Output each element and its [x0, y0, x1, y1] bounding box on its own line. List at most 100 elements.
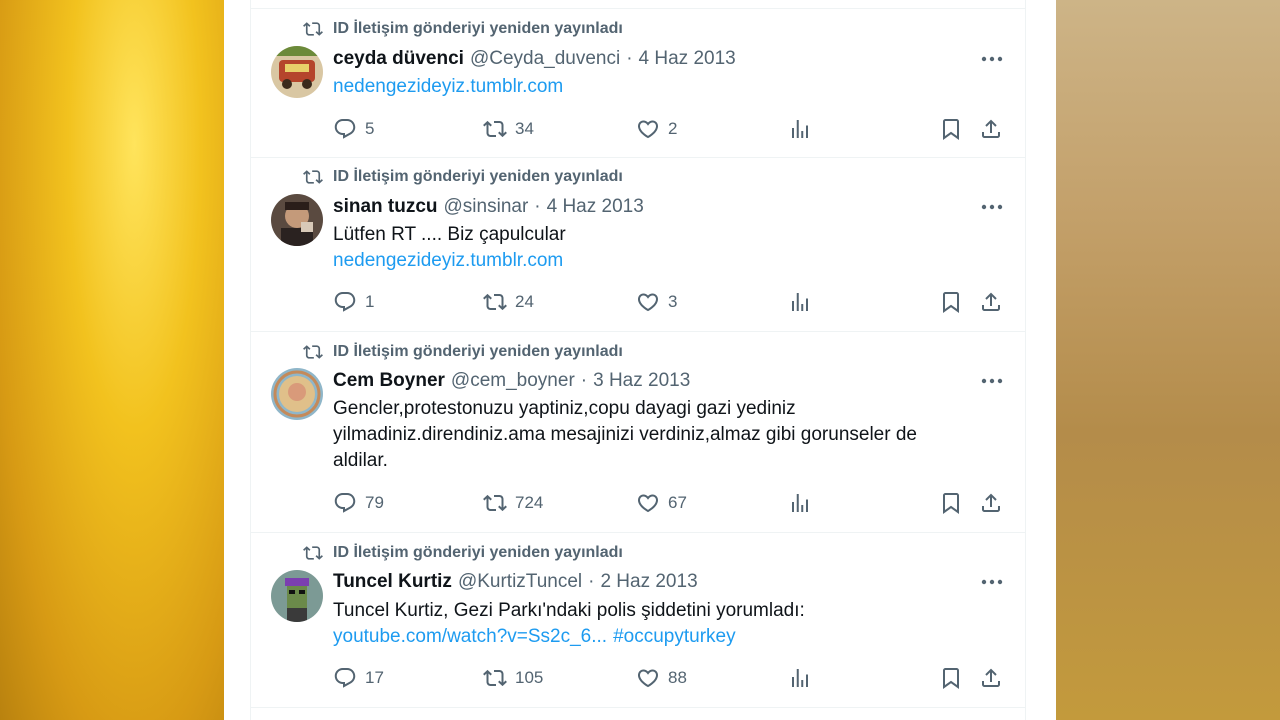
retweet-icon	[483, 494, 507, 512]
bookmark-icon	[943, 493, 959, 514]
tweet-actions: 1 24 3	[333, 289, 1013, 315]
author-handle[interactable]: @cem_boyner	[451, 370, 575, 392]
views-button[interactable]	[788, 116, 820, 142]
author-handle[interactable]: @sinsinar	[444, 196, 529, 218]
separator-dot: ·	[626, 48, 633, 69]
tweet-body: Lütfen RT .... Biz çapulcular nedengezid…	[333, 222, 973, 274]
share-icon	[982, 292, 1000, 311]
tweet-link[interactable]: nedengezideyiz.tumblr.com	[333, 248, 973, 274]
tweet-text: Lütfen RT .... Biz çapulcular	[333, 224, 566, 245]
retweet-label: ID İletişim gönderiyi yeniden yayınladı	[333, 20, 623, 37]
tweet-header: sinan tuzcu @sinsinar · 4 Haz 2013	[333, 195, 644, 219]
reply-icon	[334, 668, 356, 688]
retweet-button[interactable]: 105	[483, 665, 543, 691]
bookmark-button[interactable]	[939, 289, 971, 315]
like-count: 88	[668, 668, 687, 687]
tweet-date[interactable]: 3 Haz 2013	[593, 370, 690, 392]
author-handle[interactable]: @KurtizTuncel	[458, 571, 582, 593]
timeline: ID İletişim gönderiyi yeniden yayınladı …	[250, 0, 1026, 720]
reply-count: 1	[365, 292, 375, 311]
left-background-image	[0, 0, 224, 720]
retweet-count: 24	[515, 292, 534, 311]
reply-icon	[334, 119, 356, 139]
tweet-date[interactable]: 4 Haz 2013	[639, 48, 736, 70]
retweet-button[interactable]: 724	[483, 490, 543, 516]
tweet-actions: 17 105 88	[333, 665, 1013, 691]
analytics-icon	[792, 293, 808, 311]
share-button[interactable]	[979, 665, 1011, 691]
analytics-icon	[792, 669, 808, 687]
like-button[interactable]: 88	[636, 665, 687, 691]
more-options-button[interactable]	[977, 369, 1007, 393]
bookmark-button[interactable]	[939, 116, 971, 142]
author-name[interactable]: ceyda düvenci	[333, 48, 464, 70]
retweet-context: ID İletişim gönderiyi yeniden yayınladı	[303, 19, 623, 39]
views-button[interactable]	[788, 665, 820, 691]
reply-count: 79	[365, 493, 384, 512]
tweet-body: nedengezideyiz.tumblr.com	[333, 74, 973, 100]
reply-button[interactable]: 5	[333, 116, 374, 142]
retweet-context: ID İletişim gönderiyi yeniden yayınladı	[303, 342, 623, 362]
avatar[interactable]	[271, 194, 323, 246]
more-options-button[interactable]	[977, 195, 1007, 219]
retweet-icon	[303, 170, 323, 184]
tweet-body: Gencler,protestonuzu yaptiniz,copu dayag…	[333, 396, 958, 474]
retweet-count: 34	[515, 119, 534, 138]
views-button[interactable]	[788, 289, 820, 315]
more-icon	[981, 378, 1003, 384]
hashtag-link[interactable]: #occupyturkey	[613, 626, 736, 647]
separator-dot: ·	[588, 571, 595, 592]
bookmark-icon	[943, 668, 959, 689]
right-background-image	[1056, 0, 1280, 720]
tweet[interactable]: ID İletişim gönderiyi yeniden yayınladı …	[251, 533, 1025, 708]
retweet-button[interactable]: 34	[483, 116, 534, 142]
author-name[interactable]: Cem Boyner	[333, 370, 445, 392]
reply-count: 17	[365, 668, 384, 687]
retweet-label: ID İletişim gönderiyi yeniden yayınladı	[333, 168, 623, 185]
retweet-count: 724	[515, 493, 544, 512]
tweet-actions: 5 34 2	[333, 116, 1013, 142]
reply-button[interactable]: 1	[333, 289, 374, 315]
share-button[interactable]	[979, 490, 1011, 516]
avatar[interactable]	[271, 368, 323, 420]
tweet-link[interactable]: youtube.com/watch?v=Ss2c_6...	[333, 626, 607, 647]
like-button[interactable]: 3	[636, 289, 677, 315]
share-button[interactable]	[979, 116, 1011, 142]
more-options-button[interactable]	[977, 47, 1007, 71]
tweet-date[interactable]: 2 Haz 2013	[600, 571, 697, 593]
tweet-link[interactable]: nedengezideyiz.tumblr.com	[333, 74, 973, 100]
reply-button[interactable]: 79	[333, 490, 384, 516]
more-icon	[981, 579, 1003, 585]
share-icon	[982, 119, 1000, 138]
views-button[interactable]	[788, 490, 820, 516]
tweet-actions: 79 724 67	[333, 490, 1013, 516]
retweet-icon	[483, 669, 507, 687]
tweet[interactable]: ID İletişim gönderiyi yeniden yayınladı …	[251, 8, 1025, 158]
avatar[interactable]	[271, 46, 323, 98]
heart-icon	[637, 669, 659, 688]
like-button[interactable]: 2	[636, 116, 677, 142]
retweet-button[interactable]: 24	[483, 289, 534, 315]
retweet-count: 105	[515, 668, 544, 687]
heart-icon	[637, 293, 659, 312]
retweet-icon	[303, 345, 323, 359]
bookmark-button[interactable]	[939, 665, 971, 691]
author-name[interactable]: sinan tuzcu	[333, 196, 438, 218]
more-options-button[interactable]	[977, 570, 1007, 594]
share-icon	[982, 668, 1000, 687]
author-name[interactable]: Tuncel Kurtiz	[333, 571, 452, 593]
author-handle[interactable]: @Ceyda_duvenci	[470, 48, 620, 70]
retweet-icon	[303, 546, 323, 560]
retweet-icon	[303, 22, 323, 36]
tweet[interactable]: ID İletişim gönderiyi yeniden yayınladı …	[251, 157, 1025, 332]
like-button[interactable]: 67	[636, 490, 687, 516]
tweet-date[interactable]: 4 Haz 2013	[547, 196, 644, 218]
reply-button[interactable]: 17	[333, 665, 384, 691]
like-count: 67	[668, 493, 687, 512]
tweet[interactable]: ID İletişim gönderiyi yeniden yayınladı …	[251, 332, 1025, 533]
bookmark-button[interactable]	[939, 490, 971, 516]
more-icon	[981, 56, 1003, 62]
retweet-icon	[483, 120, 507, 138]
share-button[interactable]	[979, 289, 1011, 315]
avatar[interactable]	[271, 570, 323, 622]
